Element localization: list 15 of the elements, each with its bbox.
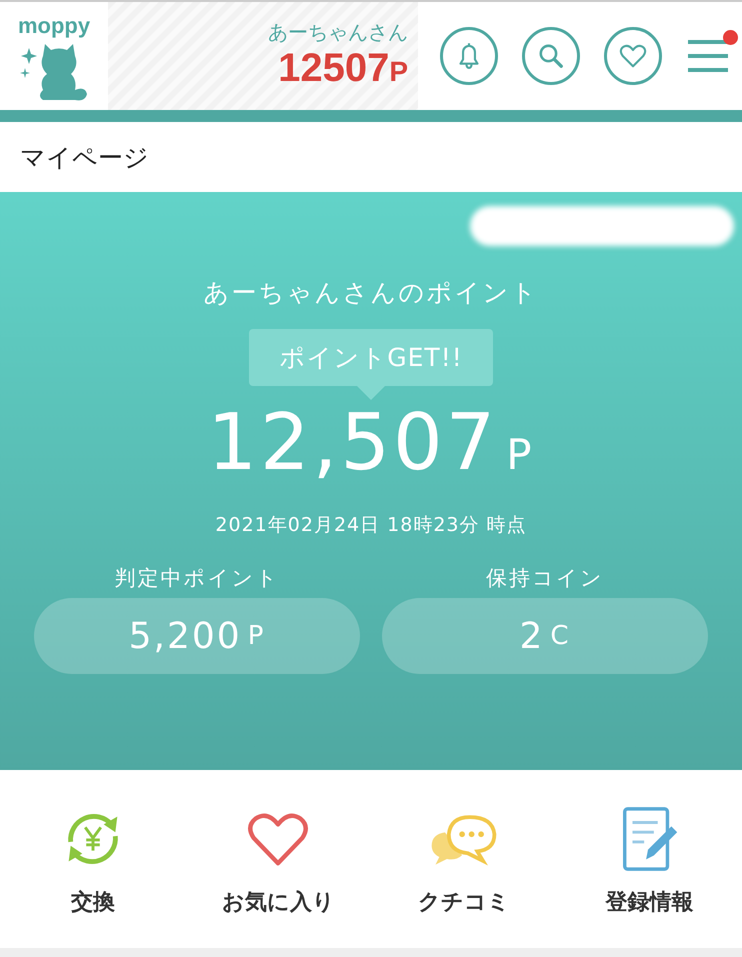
page-title: マイページ: [19, 142, 150, 174]
shortcut-link[interactable]: クチコミ: [378, 804, 549, 918]
stat-label: 判定中ポイント: [114, 565, 280, 592]
shortcut-link[interactable]: 交換: [8, 804, 178, 918]
callout-pointer: [357, 386, 385, 400]
shortcut-link[interactable]: 登録情報: [564, 804, 734, 918]
point-balance: 12507P: [278, 46, 408, 92]
stat-value: 5,200 P: [34, 598, 360, 674]
timestamp: 2021年02月24日 18時23分 時点: [215, 513, 527, 538]
shortcut-link[interactable]: お気に入り: [193, 804, 364, 918]
stat-value: 2 C: [382, 598, 708, 674]
points-heading: あーちゃんさんのポイント: [204, 277, 538, 309]
user-name: あーちゃんさん: [268, 18, 408, 46]
stat-label: 保持コイン: [486, 565, 604, 592]
total-points: 12,507 P: [207, 398, 535, 490]
